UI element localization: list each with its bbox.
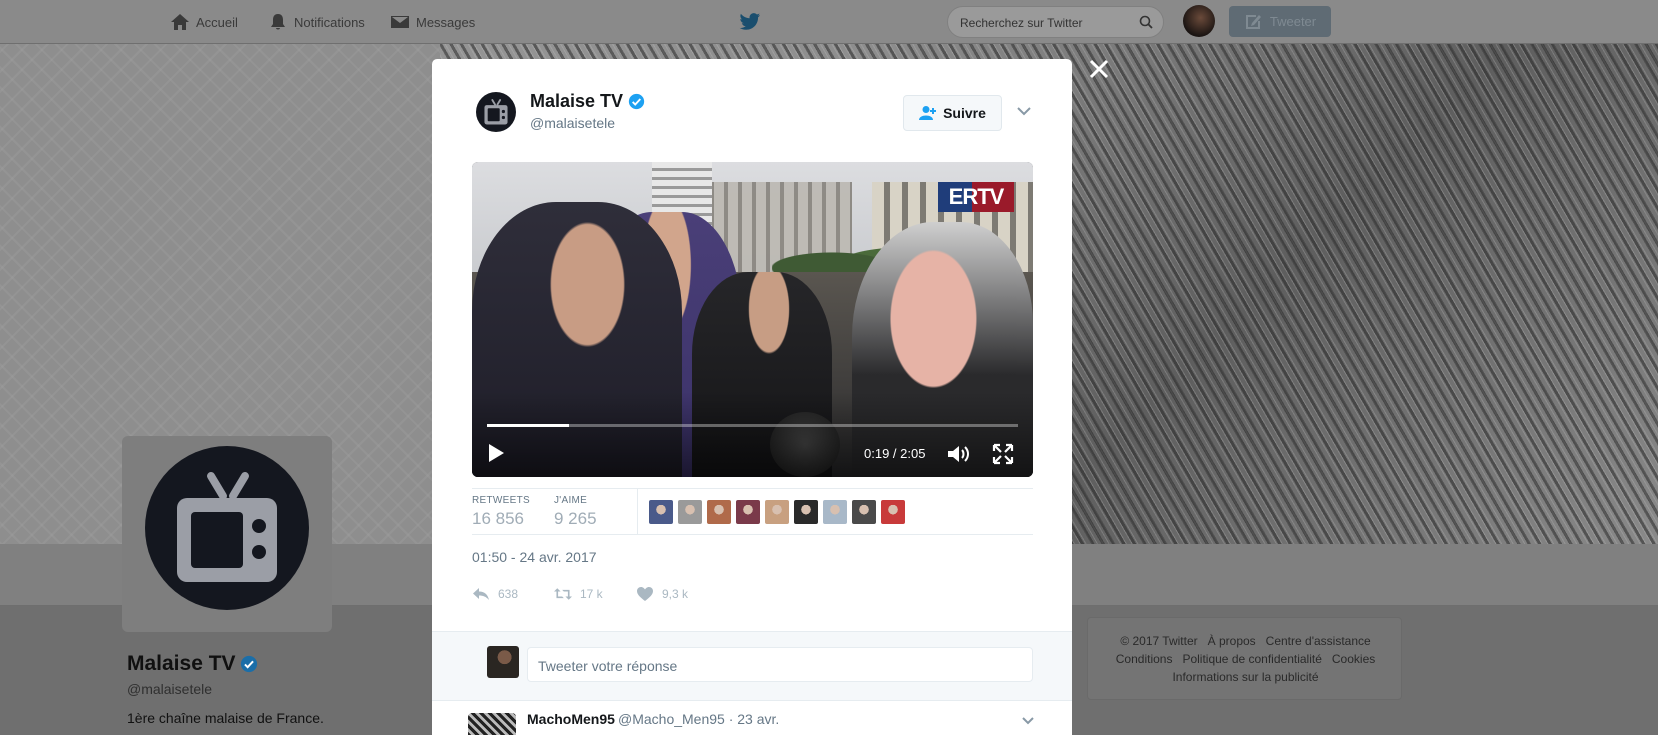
follow-label: Suivre	[943, 105, 986, 121]
reply-count: 638	[498, 587, 519, 601]
close-icon	[1089, 59, 1109, 79]
twitter-logo-icon[interactable]	[739, 12, 761, 32]
retweet-button[interactable]: 17 k	[554, 582, 603, 606]
likers-avatars	[649, 500, 905, 524]
tweet-actions: 638 17 k 9,3 k	[472, 582, 772, 606]
search-placeholder: Recherchez sur Twitter	[960, 16, 1083, 30]
follow-button[interactable]: Suivre	[903, 95, 1002, 131]
reply-more-options[interactable]	[1021, 713, 1035, 725]
volume-icon	[948, 446, 969, 462]
video-channel-logo: ERTV	[938, 182, 1014, 212]
like-button[interactable]: 9,3 k	[636, 582, 688, 606]
compose-tweet-label: Tweeter	[1269, 14, 1317, 29]
liker-avatar[interactable]	[736, 500, 760, 524]
author-handle[interactable]: @malaisetele	[530, 115, 615, 131]
fullscreen-icon	[992, 443, 1014, 465]
reply-tweet[interactable]: MachoMen95 @Macho_Men95 · 23 avr.	[432, 701, 1072, 735]
video-progress-fill	[487, 424, 570, 427]
reply-composer: Tweeter votre réponse	[432, 631, 1072, 701]
footer-about-link[interactable]: À propos	[1208, 634, 1256, 648]
tweet-modal: Malaise TV @malaisetele Suivre ERTV 0:19…	[432, 59, 1072, 735]
liker-avatar[interactable]	[678, 500, 702, 524]
profile-bio: 1ère chaîne malaise de France.	[127, 710, 324, 726]
liker-avatar[interactable]	[794, 500, 818, 524]
reply-input[interactable]: Tweeter votre réponse	[527, 647, 1033, 682]
stats-divider	[637, 489, 638, 535]
liker-avatar[interactable]	[823, 500, 847, 524]
footer-links: © 2017 Twitter À propos Centre d'assistanc…	[1088, 632, 1403, 686]
profile-name[interactable]: Malaise TV	[127, 652, 258, 676]
search-icon[interactable]	[1139, 15, 1153, 29]
likes-stat[interactable]: J'AIME 9 265	[554, 495, 597, 529]
footer-copyright: © 2017 Twitter	[1120, 634, 1198, 648]
reply-author-meta: @Macho_Men95 · 23 avr.	[618, 711, 780, 727]
volume-button[interactable]	[946, 443, 970, 465]
reply-author-name[interactable]: MachoMen95	[527, 711, 615, 727]
top-navigation: Accueil Notifications Messages Recherche…	[0, 0, 1658, 44]
retweet-icon	[554, 588, 572, 600]
nav-messages-label: Messages	[416, 14, 476, 30]
reply-placeholder: Tweeter votre réponse	[538, 658, 678, 674]
profile-avatar[interactable]	[145, 446, 309, 610]
add-user-icon	[919, 106, 937, 120]
liker-avatar[interactable]	[707, 500, 731, 524]
nav-notifications[interactable]: Notifications	[268, 10, 365, 34]
heart-icon	[637, 587, 653, 601]
author-name[interactable]: Malaise TV	[530, 91, 645, 112]
liker-avatar[interactable]	[649, 500, 673, 524]
liker-avatar[interactable]	[765, 500, 789, 524]
play-icon	[489, 444, 504, 462]
liker-avatar[interactable]	[852, 500, 876, 524]
likes-label: J'AIME	[554, 495, 588, 506]
footer-terms-link[interactable]: Conditions	[1116, 652, 1173, 666]
user-avatar[interactable]	[1183, 5, 1215, 37]
liker-avatar[interactable]	[881, 500, 905, 524]
profile-handle[interactable]: @malaisetele	[127, 681, 212, 697]
footer-ads-link[interactable]: Informations sur la publicité	[1172, 670, 1318, 684]
play-button[interactable]	[486, 442, 506, 464]
nav-home-label: Accueil	[196, 14, 238, 30]
like-count: 9,3 k	[662, 587, 689, 601]
tweet-more-options[interactable]	[1016, 104, 1032, 116]
video-player[interactable]: ERTV 0:19 / 2:05	[472, 162, 1033, 477]
tweet-timestamp: 01:50 - 24 avr. 2017	[472, 549, 597, 565]
author-name-text: Malaise TV	[530, 91, 624, 111]
retweets-value: 16 856	[472, 509, 524, 528]
nav-home[interactable]: Accueil	[170, 10, 238, 34]
compose-tweet-button[interactable]: Tweeter	[1229, 6, 1331, 37]
verified-badge-icon	[240, 655, 257, 673]
reply-icon	[473, 588, 489, 600]
tweet-stats: RETWEETS 16 856 J'AIME 9 265	[472, 488, 1033, 535]
search-input[interactable]: Recherchez sur Twitter	[947, 6, 1164, 38]
compose-icon	[1245, 14, 1261, 29]
envelope-icon	[391, 16, 409, 28]
nav-notifications-label: Notifications	[294, 14, 365, 30]
tv-icon	[177, 472, 277, 582]
reply-author-avatar[interactable]	[468, 713, 516, 735]
verified-badge-icon	[628, 93, 645, 110]
footer-cookies-link[interactable]: Cookies	[1332, 652, 1375, 666]
footer-links-box: © 2017 Twitter À propos Centre d'assistanc…	[1087, 617, 1402, 700]
chevron-down-icon	[1017, 107, 1031, 116]
footer-help-link[interactable]: Centre d'assistance	[1266, 634, 1371, 648]
user-avatar	[487, 646, 519, 678]
bell-icon	[271, 14, 285, 30]
retweet-count: 17 k	[580, 587, 603, 601]
nav-messages[interactable]: Messages	[390, 10, 475, 34]
tv-icon	[484, 99, 508, 125]
author-avatar[interactable]	[476, 92, 516, 132]
video-time: 0:19 / 2:05	[864, 446, 926, 461]
reply-button[interactable]: 638	[472, 582, 518, 606]
footer-privacy-link[interactable]: Politique de confidentialité	[1182, 652, 1321, 666]
video-progress-bar[interactable]	[487, 424, 1018, 427]
likes-value: 9 265	[554, 509, 597, 528]
retweets-label: RETWEETS	[472, 495, 530, 506]
close-modal-button[interactable]	[1088, 58, 1110, 80]
chevron-down-icon	[1022, 717, 1034, 725]
retweets-stat[interactable]: RETWEETS 16 856	[472, 495, 530, 529]
profile-name-text: Malaise TV	[127, 652, 236, 675]
fullscreen-button[interactable]	[992, 443, 1014, 465]
home-icon	[171, 14, 189, 30]
